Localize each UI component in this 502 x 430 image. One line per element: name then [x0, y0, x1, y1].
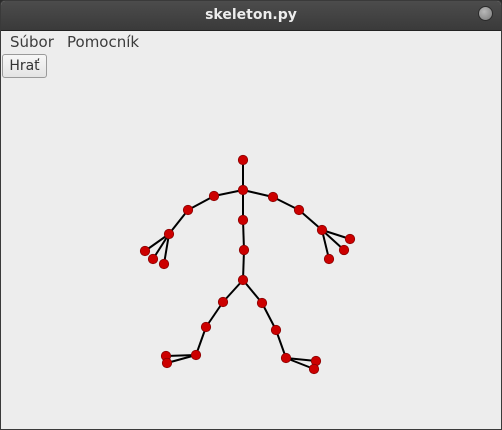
skeleton-canvas [139, 154, 356, 375]
joint-rf2[interactable] [338, 244, 350, 256]
joint-lel[interactable] [182, 204, 194, 216]
joint-rel[interactable] [293, 204, 305, 216]
menu-bar: Súbor Pomocník [1, 31, 501, 53]
joint-lt2[interactable] [161, 357, 173, 369]
joint-lsh[interactable] [208, 190, 220, 202]
close-window-button[interactable] [478, 6, 493, 21]
joint-lf1[interactable] [139, 245, 151, 257]
joint-lwr[interactable] [163, 228, 175, 240]
joint-rt2[interactable] [308, 363, 320, 375]
joint-lkn[interactable] [200, 321, 212, 333]
joint-belly[interactable] [238, 244, 250, 256]
joint-rkn[interactable] [270, 324, 282, 336]
joint-rf3[interactable] [323, 253, 335, 265]
play-button[interactable]: Hrať [2, 54, 47, 78]
joint-rsh[interactable] [267, 191, 279, 203]
joint-head[interactable] [237, 154, 249, 166]
joint-neck[interactable] [237, 184, 249, 196]
joint-lank[interactable] [190, 349, 202, 361]
joint-chest[interactable] [237, 214, 249, 226]
joint-lf3[interactable] [158, 258, 170, 270]
joint-rwr[interactable] [316, 224, 328, 236]
window-title: skeleton.py [205, 7, 297, 23]
joint-lf2[interactable] [147, 253, 159, 265]
joint-rhip[interactable] [256, 297, 268, 309]
joint-rank[interactable] [280, 352, 292, 364]
menu-help[interactable]: Pomocník [67, 33, 139, 51]
menu-file[interactable]: Súbor [10, 33, 54, 51]
skeleton-joints [139, 154, 356, 375]
title-bar[interactable]: skeleton.py [1, 1, 501, 31]
app-window: skeleton.py Súbor Pomocník Hrať [0, 0, 502, 430]
joint-lhip[interactable] [217, 296, 229, 308]
joint-pelvis[interactable] [237, 274, 249, 286]
joint-rf1[interactable] [344, 233, 356, 245]
